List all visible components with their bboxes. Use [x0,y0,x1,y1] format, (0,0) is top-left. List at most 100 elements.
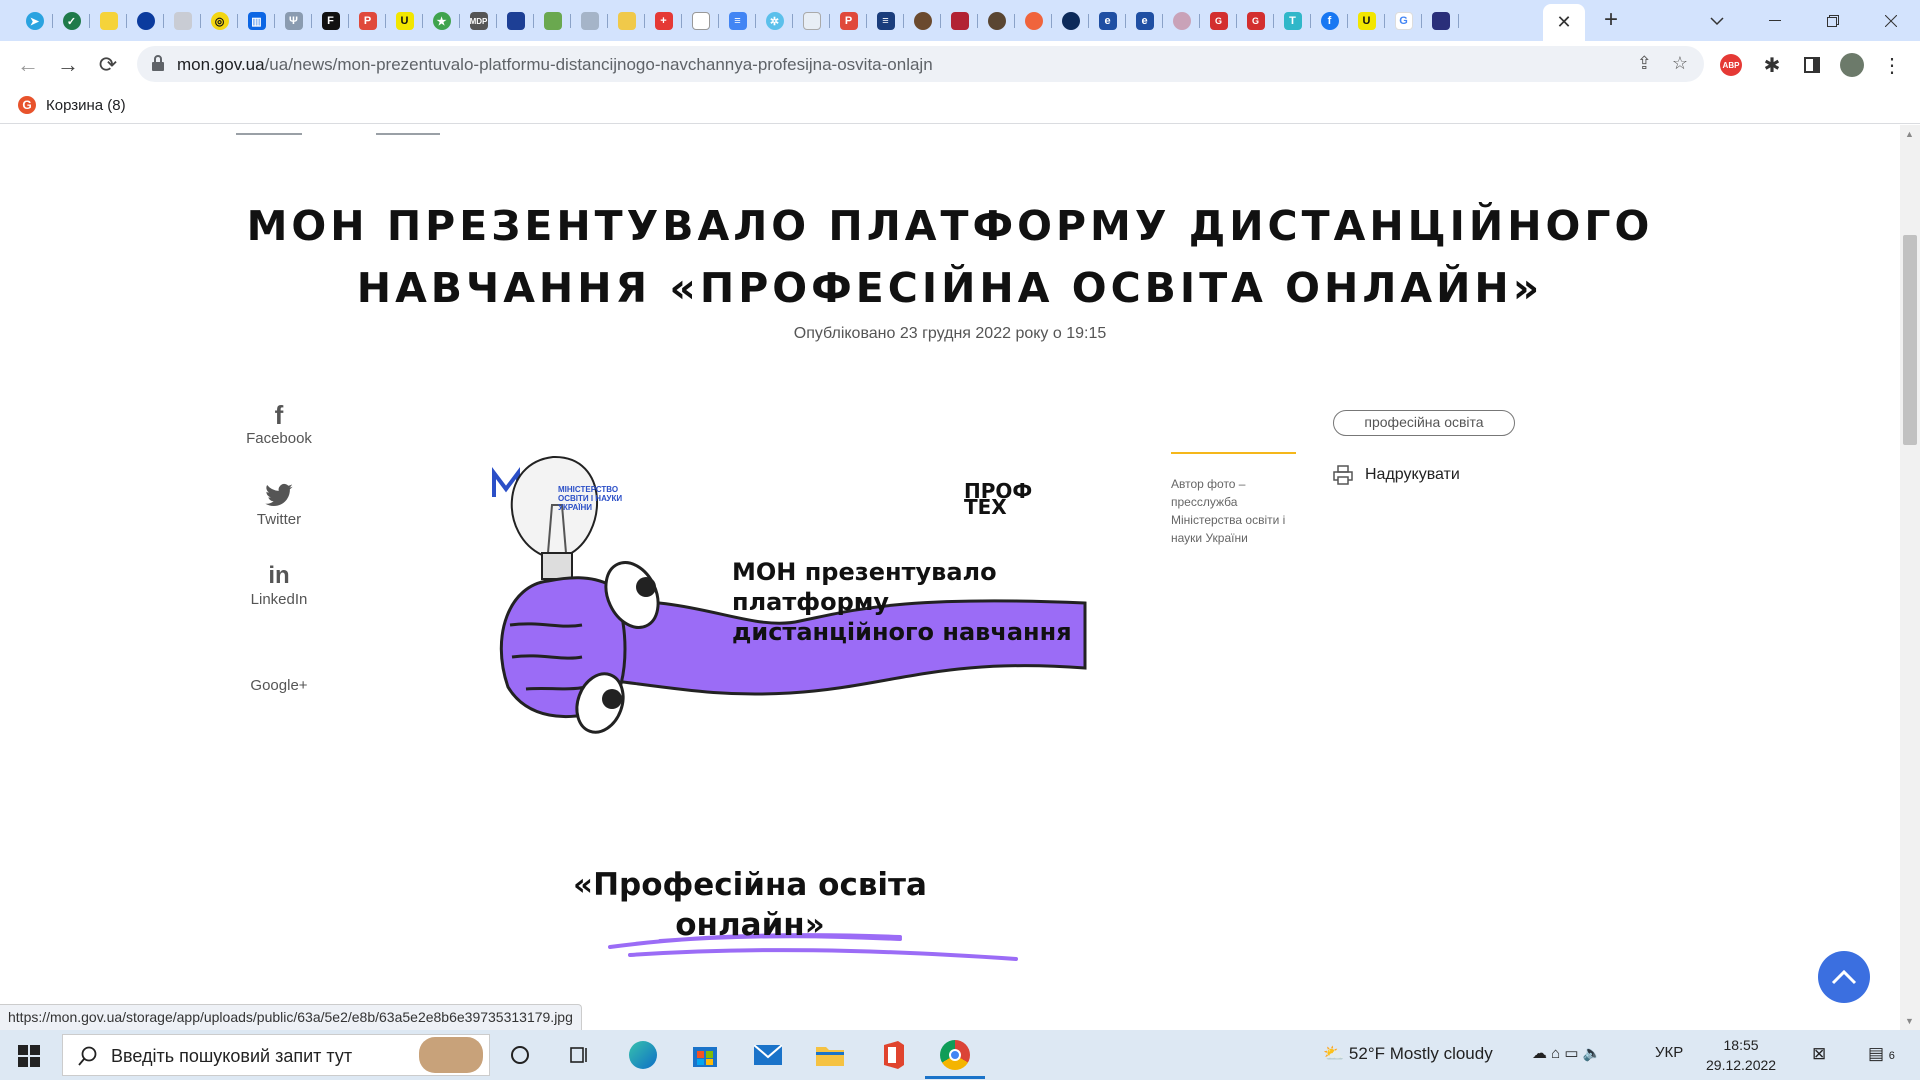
tab-site[interactable]: P [830,8,867,34]
tab-eu[interactable] [497,8,534,34]
tab-google[interactable]: G [1385,8,1422,34]
scroll-up-arrow-icon[interactable]: ▲ [1905,129,1914,139]
tab-trello[interactable]: ▥ [238,8,275,34]
address-bar[interactable]: mon.gov.ua/ua/news/mon-prezentuvalo-plat… [137,46,1704,82]
battery-icon[interactable]: ▭ [1564,1045,1578,1062]
tab-site[interactable] [90,8,127,34]
tab-site[interactable] [1052,8,1089,34]
clock-date: 29.12.2022 [1706,1057,1777,1073]
active-app-indicator [925,1076,985,1079]
share-linkedin[interactable]: in LinkedIn [238,561,320,608]
tab-forbes[interactable]: F [312,8,349,34]
tab-site[interactable]: e [1126,8,1163,34]
language-indicator[interactable]: УКР [1655,1044,1683,1061]
desktop-focus-icon[interactable]: ⊠ [1812,1044,1826,1064]
tab-site[interactable]: MDP [460,8,497,34]
profile-button[interactable] [1840,53,1864,77]
taskbar-search[interactable]: Введіть пошуковий запит тут [62,1034,490,1076]
tab-site[interactable] [534,8,571,34]
active-tab[interactable]: ✕ [1543,4,1585,41]
tab-site[interactable] [793,8,830,34]
tab-site[interactable]: P [349,8,386,34]
cortana-icon[interactable] [503,1038,537,1072]
tag-professional-education[interactable]: професійна освіта [1333,410,1515,436]
tab-site[interactable]: G [1200,8,1237,34]
tab-site[interactable] [571,8,608,34]
tab-site[interactable]: ◎ [201,8,238,34]
notification-icon: ▤ [1868,1044,1885,1063]
onedrive-icon[interactable]: ☁ [1532,1045,1547,1062]
light-bulb-icon [510,455,598,580]
chrome-icon[interactable] [938,1038,972,1072]
close-tab-icon[interactable]: ✕ [1556,12,1571,33]
page-scrollbar[interactable]: ▲ ▼ [1900,125,1920,1030]
tab-site[interactable] [1015,8,1052,34]
article-image[interactable]: МІНІСТЕРСТВО ОСВІТИ І НАУКИ УКРАЇНИ ПРОФ… [470,425,1110,965]
extensions-button[interactable]: ✱ [1760,53,1784,77]
mail-icon[interactable] [751,1038,785,1072]
print-button[interactable]: Надрукувати [1333,465,1460,485]
site-icon [1172,12,1191,30]
side-panel-button[interactable] [1800,53,1824,77]
tab-site[interactable] [1163,8,1200,34]
scroll-down-arrow-icon[interactable]: ▼ [1905,1016,1914,1026]
office-icon[interactable] [875,1038,909,1072]
puzzle-icon: ✱ [1763,54,1781,77]
network-icon[interactable]: ⌂ [1551,1045,1560,1062]
tab-site[interactable]: U [1348,8,1385,34]
tab-site[interactable] [1422,8,1459,34]
share-twitter[interactable]: Twitter [238,481,320,528]
restore-button[interactable] [1804,0,1862,41]
tab-site[interactable] [164,8,201,34]
site-icon: ✓ [62,12,81,30]
minimize-button[interactable] [1746,0,1804,41]
site-icon: P [839,12,858,30]
tab-site[interactable] [682,8,719,34]
scrollbar-thumb[interactable] [1903,235,1917,445]
tab-eu[interactable] [127,8,164,34]
taskbar-clock[interactable]: 18:55 29.12.2022 [1706,1035,1776,1075]
menu-button[interactable]: ⋮ [1880,53,1904,77]
store-icon[interactable] [688,1038,722,1072]
tab-site[interactable]: U [386,8,423,34]
forward-button[interactable]: → [54,51,82,79]
reload-button[interactable]: ⟳ [94,51,122,79]
notifications-button[interactable]: ▤ 6 [1868,1044,1895,1064]
tab-site[interactable] [978,8,1015,34]
mon-logo-text: МІНІСТЕРСТВО ОСВІТИ І НАУКИ УКРАЇНИ [558,485,622,512]
tab-site[interactable]: G [1237,8,1274,34]
new-tab-button[interactable]: + [1597,6,1625,34]
tab-site[interactable]: Ψ [275,8,312,34]
file-explorer-icon[interactable] [813,1038,847,1072]
tab-site[interactable]: ✓ [53,8,90,34]
scroll-to-top-button[interactable] [1818,951,1870,1003]
close-window-button[interactable] [1862,0,1920,41]
tab-site[interactable] [904,8,941,34]
tab-site[interactable] [608,8,645,34]
windows-start-icon[interactable] [18,1045,40,1067]
task-view-icon[interactable] [563,1038,597,1072]
share-facebook[interactable]: f Facebook [238,400,320,448]
tab-site[interactable]: ★ [423,8,460,34]
adblock-extension[interactable]: ABP [1719,53,1743,77]
volume-icon[interactable]: 🔈 [1583,1045,1602,1062]
tab-search-button[interactable] [1688,0,1746,41]
weather-widget[interactable]: ⛅ 52°F Mostly cloudy [1323,1044,1493,1064]
tab-site[interactable]: + [645,8,682,34]
back-button[interactable]: ← [14,51,42,79]
tab-telegram[interactable]: ➤ [16,8,53,34]
bookmark-star-icon[interactable]: ☆ [1672,53,1688,74]
bookmark-item[interactable]: G Корзина (8) [18,96,126,114]
share-googleplus[interactable]: Google+ [238,677,320,694]
red-cross-icon: + [654,12,673,30]
tab-site[interactable]: T [1274,8,1311,34]
url-text[interactable]: mon.gov.ua/ua/news/mon-prezentuvalo-plat… [177,55,933,75]
share-icon[interactable]: ⇪ [1637,53,1652,74]
tab-site[interactable] [941,8,978,34]
tab-facebook[interactable]: f [1311,8,1348,34]
tab-site[interactable]: ✲ [756,8,793,34]
edge-icon[interactable] [626,1038,660,1072]
tab-site[interactable]: e [1089,8,1126,34]
tab-docs[interactable]: ≡ [719,8,756,34]
tab-site[interactable]: ≡ [867,8,904,34]
